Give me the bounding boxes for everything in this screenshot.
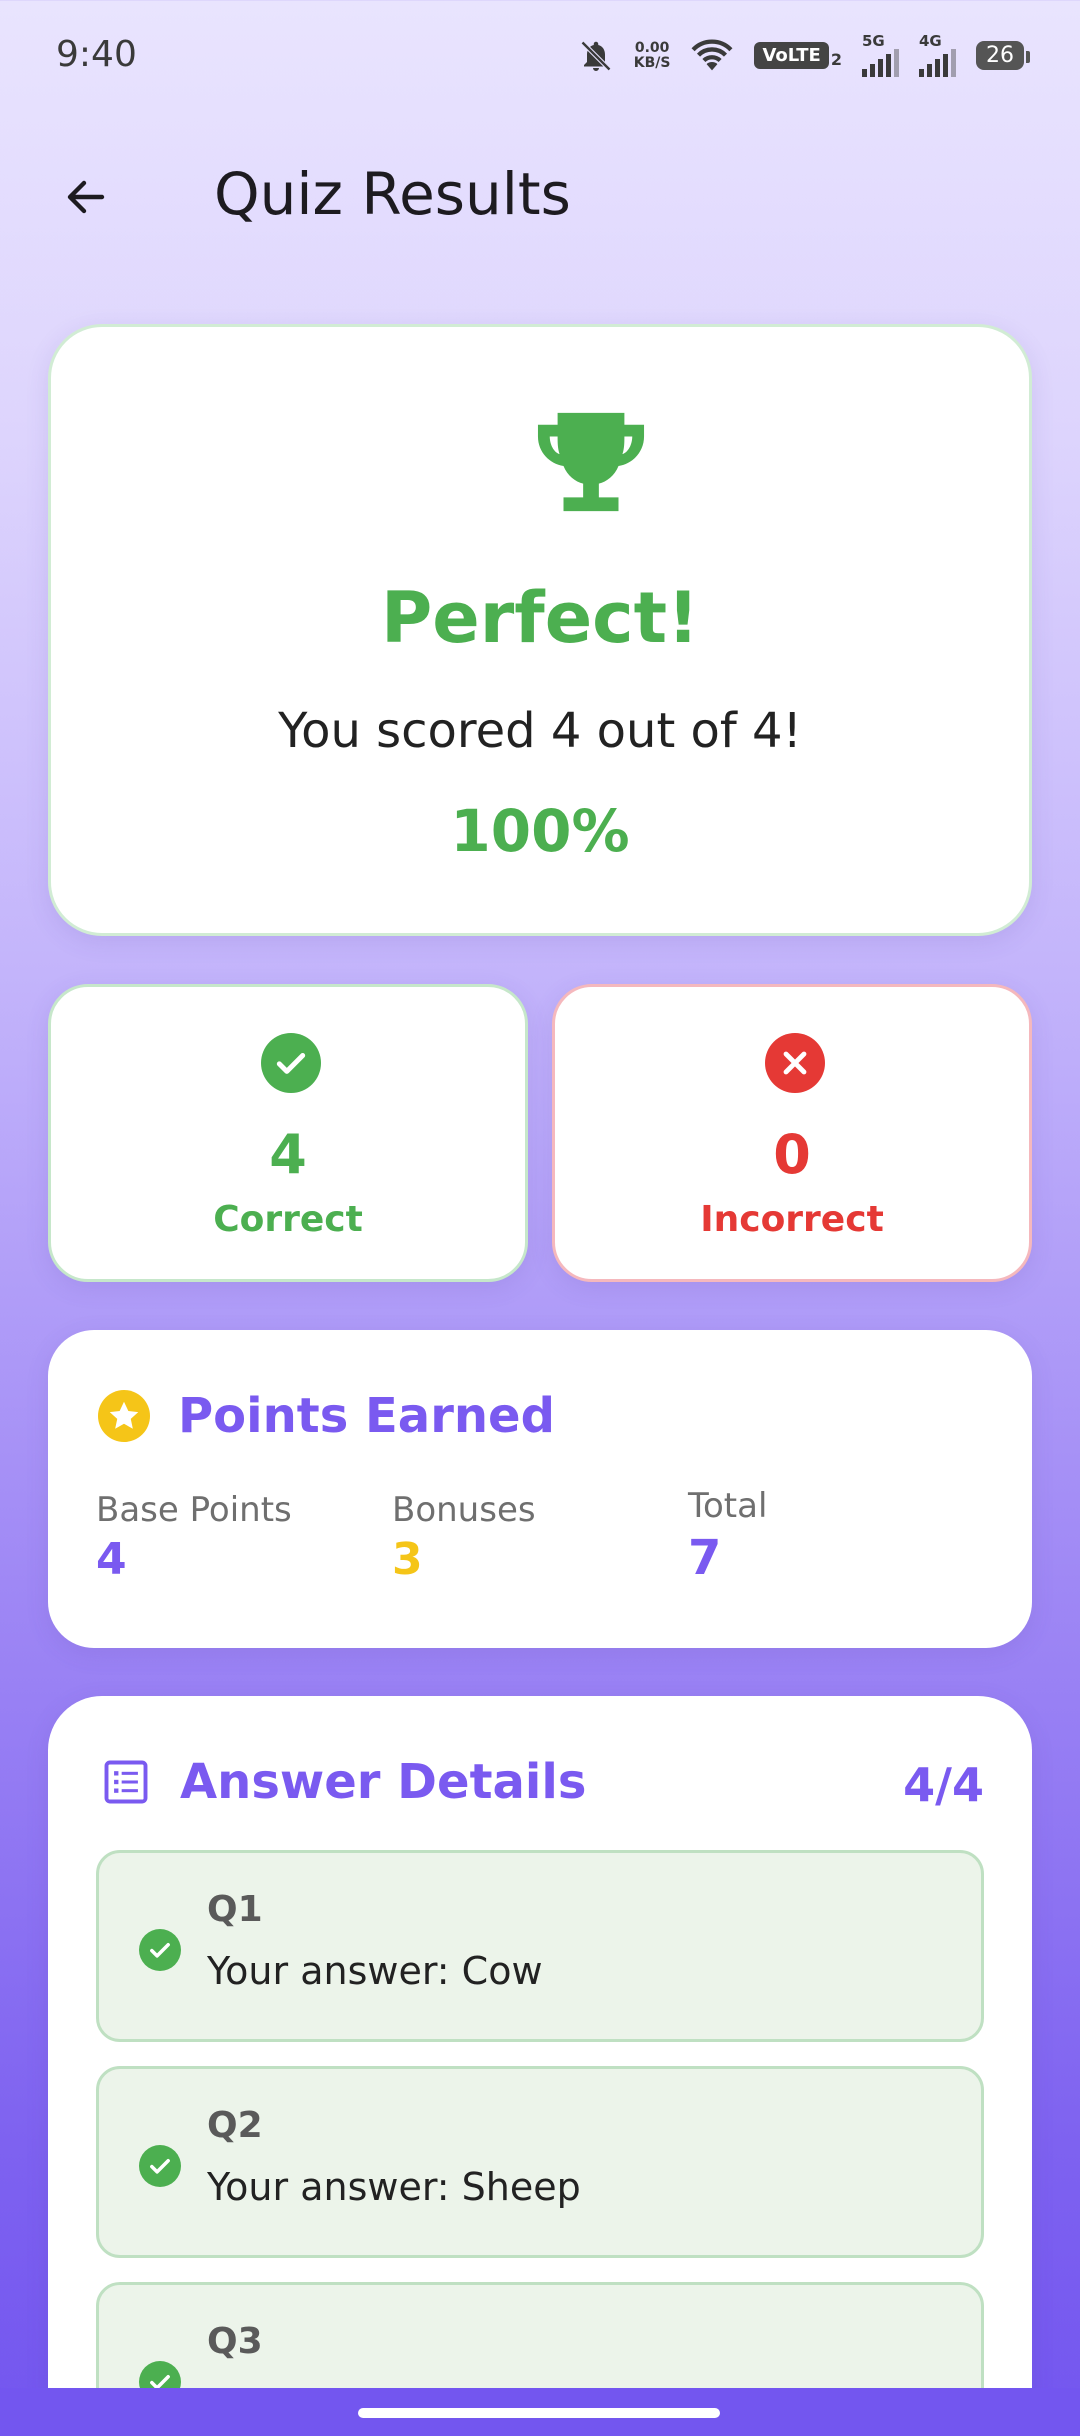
check-circle-icon — [139, 2145, 181, 2187]
volte-sub: 2 — [830, 50, 842, 69]
base-points-value: 4 — [96, 1534, 127, 1585]
incorrect-card: 0 Incorrect — [552, 984, 1032, 1282]
answer-question: Q2 — [207, 2105, 263, 2146]
check-circle-icon — [139, 1929, 181, 1971]
speed-unit: KB/S — [633, 54, 671, 71]
answers-count: 4/4 — [903, 1758, 984, 1812]
arrow-left-icon — [67, 180, 105, 214]
signal-icon — [919, 49, 956, 77]
app-bar: Quiz Results — [0, 140, 1080, 250]
points-title: Points Earned — [178, 1388, 555, 1444]
answer-item[interactable]: Q2 Your answer: Sheep — [96, 2066, 984, 2258]
battery-icon: 26 — [976, 41, 1030, 70]
status-time: 9:40 — [56, 34, 137, 75]
back-button[interactable] — [46, 162, 126, 232]
incorrect-label: Incorrect — [700, 1199, 884, 1240]
points-header: Points Earned — [98, 1388, 555, 1444]
result-headline: Perfect! — [380, 577, 700, 659]
score-text: You scored 4 out of 4! — [278, 703, 802, 759]
base-points: Base Points 4 — [96, 1490, 292, 1585]
net2-label: 4G — [919, 32, 942, 50]
answer-question: Q1 — [207, 1889, 263, 1930]
x-circle-icon — [765, 1033, 825, 1093]
answer-text: Your answer: Sheep — [207, 2165, 581, 2209]
answers-title: Answer Details — [180, 1754, 587, 1810]
signal-4g: 4G — [919, 34, 956, 77]
check-circle-icon — [261, 1033, 321, 1093]
answer-item[interactable]: Q1 Your answer: Cow — [96, 1850, 984, 2042]
incorrect-count: 0 — [773, 1123, 811, 1186]
network-speed: 0.00 KB/S — [633, 39, 671, 71]
status-icons: 0.00 KB/S VoLTE 2 5G 4G 26 — [578, 34, 1030, 77]
answer-text: Your answer: Cow — [207, 1949, 543, 1993]
base-points-label: Base Points — [96, 1490, 292, 1530]
result-card: Perfect! You scored 4 out of 4! 100% — [48, 324, 1032, 936]
correct-count: 4 — [269, 1123, 307, 1186]
correct-card: 4 Correct — [48, 984, 528, 1282]
wifi-icon — [692, 38, 733, 70]
bell-off-icon — [580, 40, 611, 71]
total-value: 7 — [688, 1530, 722, 1586]
bonus-points: Bonuses 3 — [392, 1490, 536, 1585]
speed-value: 0.00 — [634, 39, 670, 56]
answers-card: Answer Details 4/4 Q1 Your answer: Cow Q… — [48, 1696, 1032, 2436]
signal-5g: 5G — [862, 34, 899, 77]
total-label: Total — [688, 1486, 768, 1526]
status-bar: 9:40 0.00 KB/S VoLTE 2 5G 4G 26 — [0, 0, 1080, 116]
star-icon — [98, 1390, 150, 1442]
bonus-value: 3 — [392, 1534, 423, 1585]
page-title: Quiz Results — [214, 160, 571, 228]
points-card: Points Earned Base Points 4 Bonuses 3 To… — [48, 1330, 1032, 1648]
answers-header: Answer Details — [100, 1754, 586, 1810]
trophy-icon — [537, 412, 645, 512]
total-points: Total 7 — [688, 1486, 767, 1586]
net1-label: 5G — [862, 32, 885, 50]
volte-badge: VoLTE — [754, 42, 829, 69]
correct-label: Correct — [213, 1199, 363, 1240]
score-percentage: 100% — [450, 797, 630, 865]
home-indicator[interactable] — [358, 2408, 720, 2418]
bonus-label: Bonuses — [392, 1490, 536, 1530]
signal-icon — [862, 49, 899, 77]
list-icon — [104, 1760, 148, 1804]
answer-question: Q3 — [207, 2321, 263, 2362]
